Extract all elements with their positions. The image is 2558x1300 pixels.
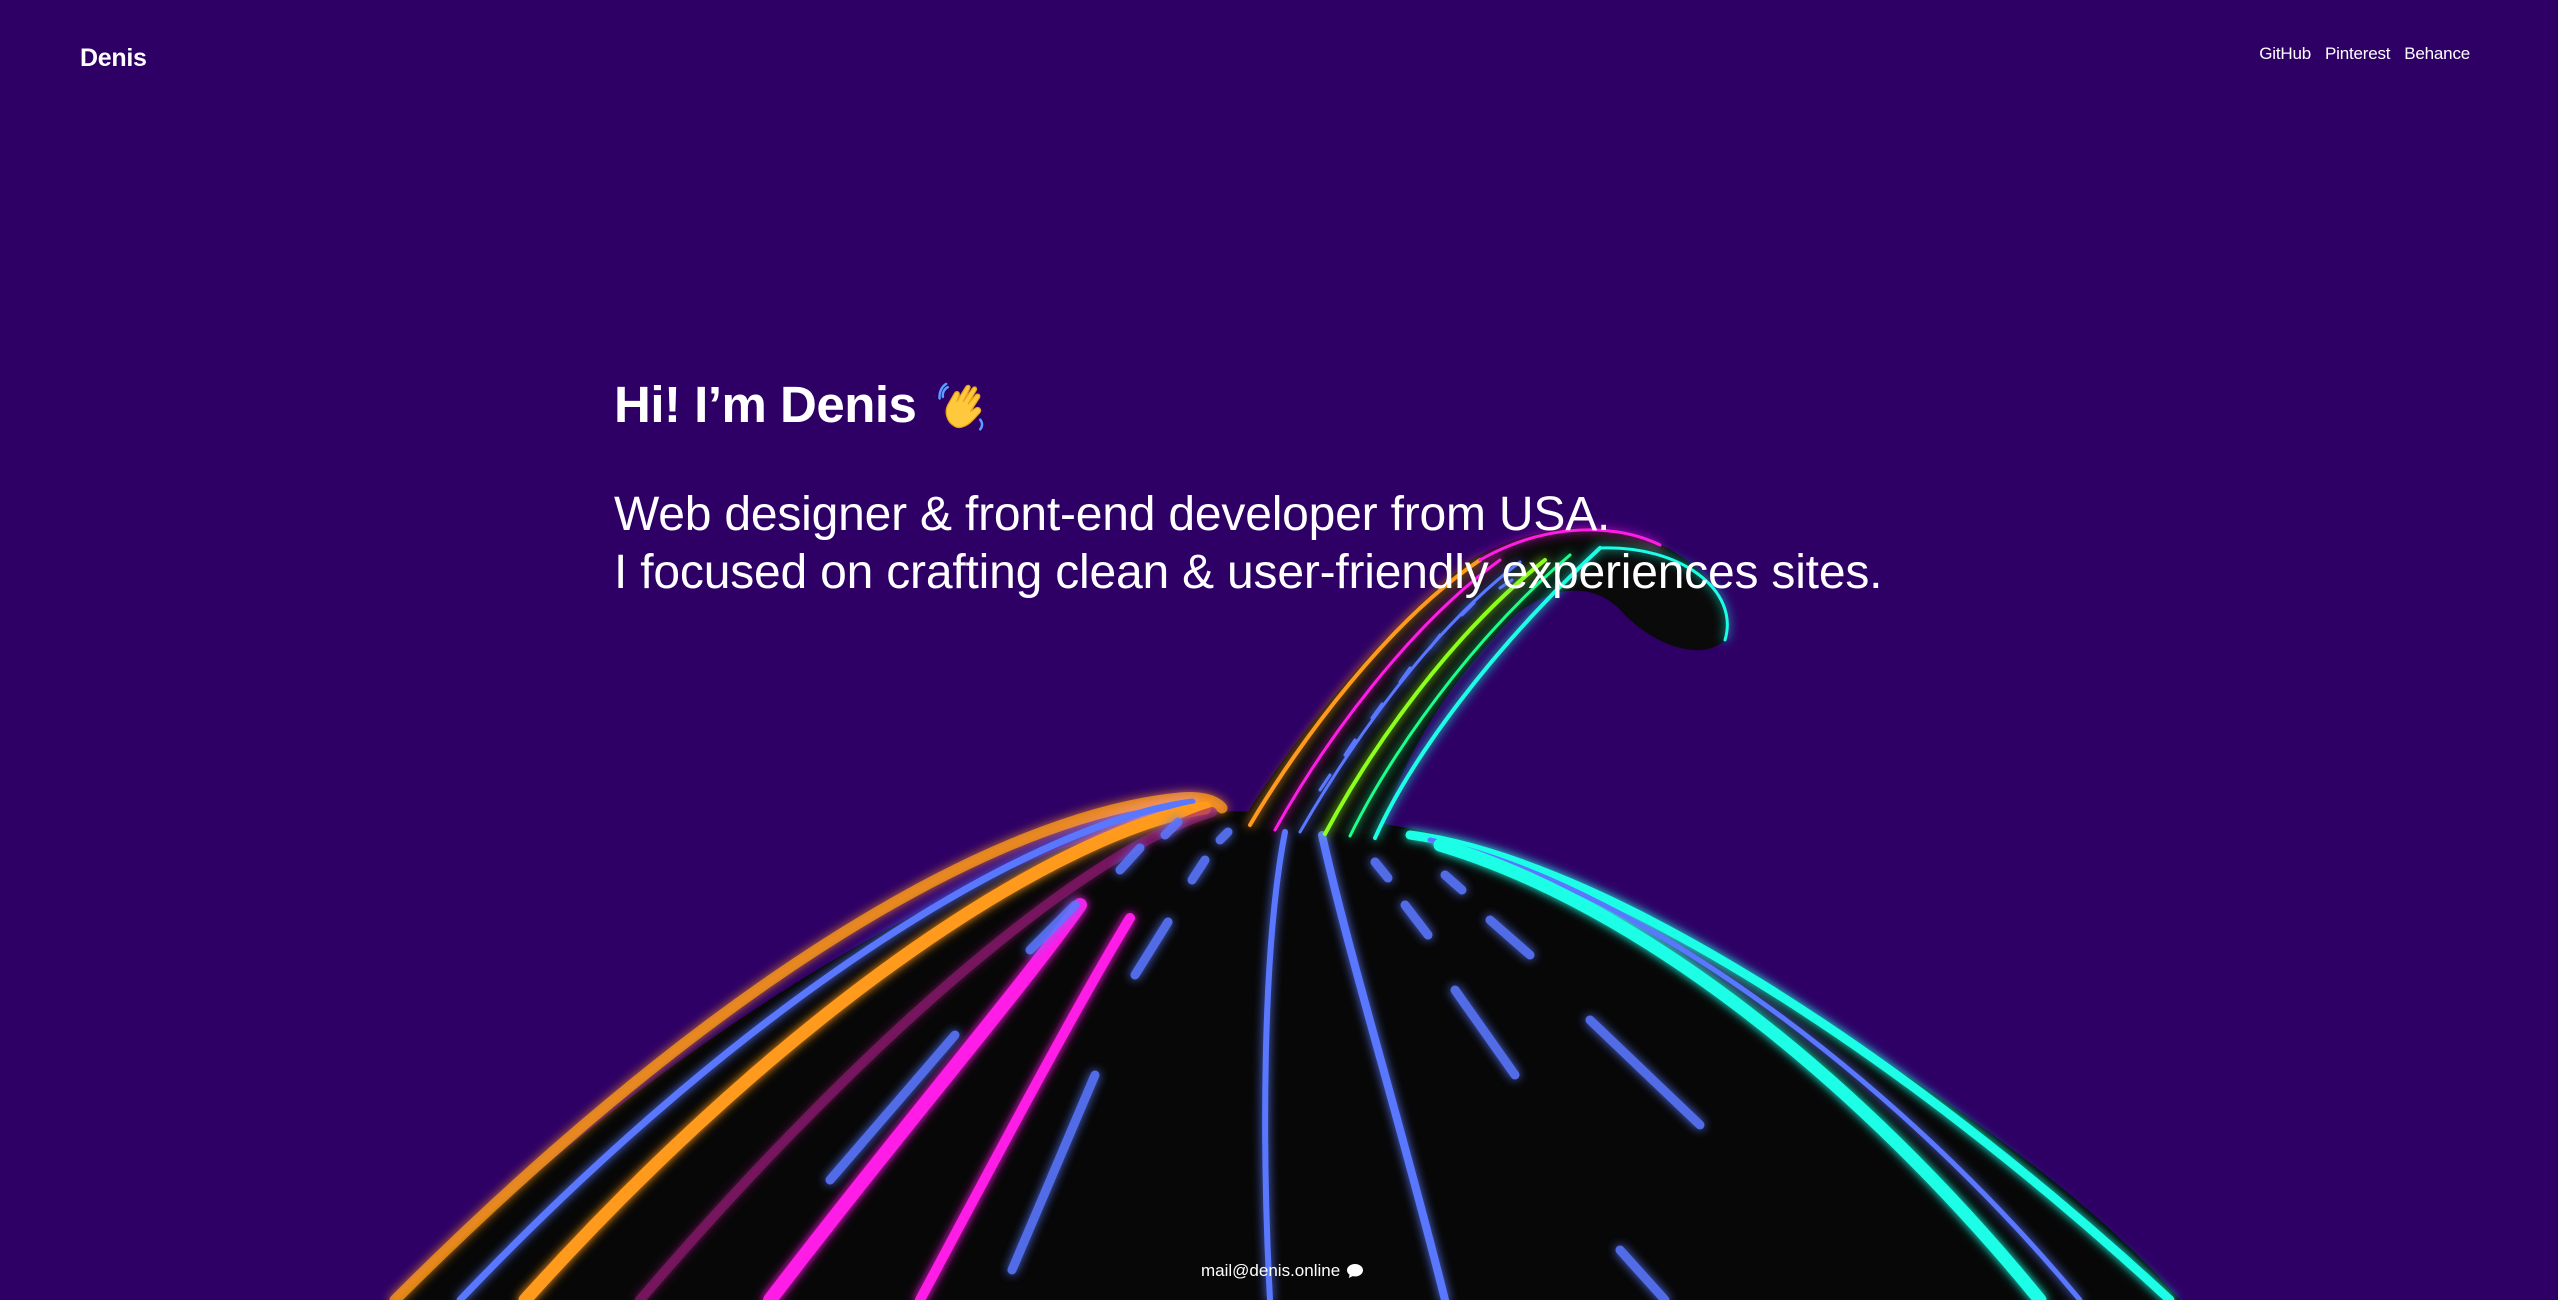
- neon-road-illustration: [389, 528, 2180, 1300]
- hero-description: Web designer & front-end developer from …: [614, 486, 1882, 602]
- nav-link-behance[interactable]: Behance: [2404, 44, 2470, 64]
- nav-link-pinterest[interactable]: Pinterest: [2325, 44, 2390, 64]
- site-header: Denis GitHub Pinterest Behance: [0, 0, 2558, 120]
- hero-title: Hi! I’m Denis: [614, 374, 1882, 436]
- page: Denis GitHub Pinterest Behance Hi! I’m D…: [0, 0, 2558, 1300]
- hero-line-2: I focused on crafting clean & user-frien…: [614, 546, 1883, 599]
- hero-title-text: Hi! I’m Denis: [614, 376, 917, 433]
- email-link[interactable]: mail@denis.online: [1201, 1261, 1340, 1281]
- nav-link-github[interactable]: GitHub: [2259, 44, 2311, 64]
- hero-section: Hi! I’m Denis Web designer & front-end d…: [614, 374, 1882, 602]
- footer-contact: mail@denis.online: [1201, 1261, 1364, 1281]
- hero-line-1: Web designer & front-end developer from …: [614, 488, 1611, 541]
- main-nav: GitHub Pinterest Behance: [2259, 44, 2470, 64]
- waving-hand-icon: [938, 382, 984, 431]
- speech-bubble-icon: [1347, 1264, 1364, 1278]
- logo-link[interactable]: Denis: [80, 44, 147, 73]
